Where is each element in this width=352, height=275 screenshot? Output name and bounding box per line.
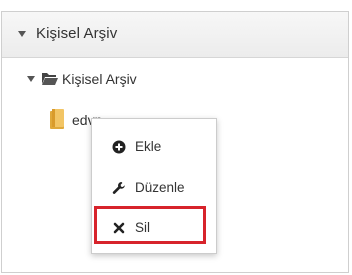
menu-item-sil[interactable]: Sil: [92, 213, 216, 243]
tree-expand-caret-icon[interactable]: [27, 76, 35, 82]
collapse-caret-icon[interactable]: [18, 31, 26, 37]
context-menu: Ekle Düzenle Sil: [91, 118, 217, 254]
x-icon: [113, 222, 125, 234]
menu-item-label: Sil: [135, 220, 151, 235]
wrench-icon: [112, 182, 125, 194]
menu-item-duzenle[interactable]: Düzenle: [92, 173, 216, 203]
menu-item-label: Düzenle: [135, 180, 185, 195]
plus-circle-icon: [112, 140, 126, 154]
archive-window: Kişisel Arşiv Kişisel Arşiv edvp Ekle Dü…: [0, 0, 352, 275]
menu-item-ekle[interactable]: Ekle: [92, 132, 216, 162]
open-folder-icon: [42, 73, 58, 85]
tree-root-label[interactable]: Kişisel Arşiv: [62, 71, 137, 87]
panel-header[interactable]: Kişisel Arşiv: [2, 12, 348, 58]
folder-icon: [50, 109, 64, 129]
panel-title: Kişisel Arşiv: [36, 25, 118, 42]
menu-item-label: Ekle: [135, 139, 162, 154]
